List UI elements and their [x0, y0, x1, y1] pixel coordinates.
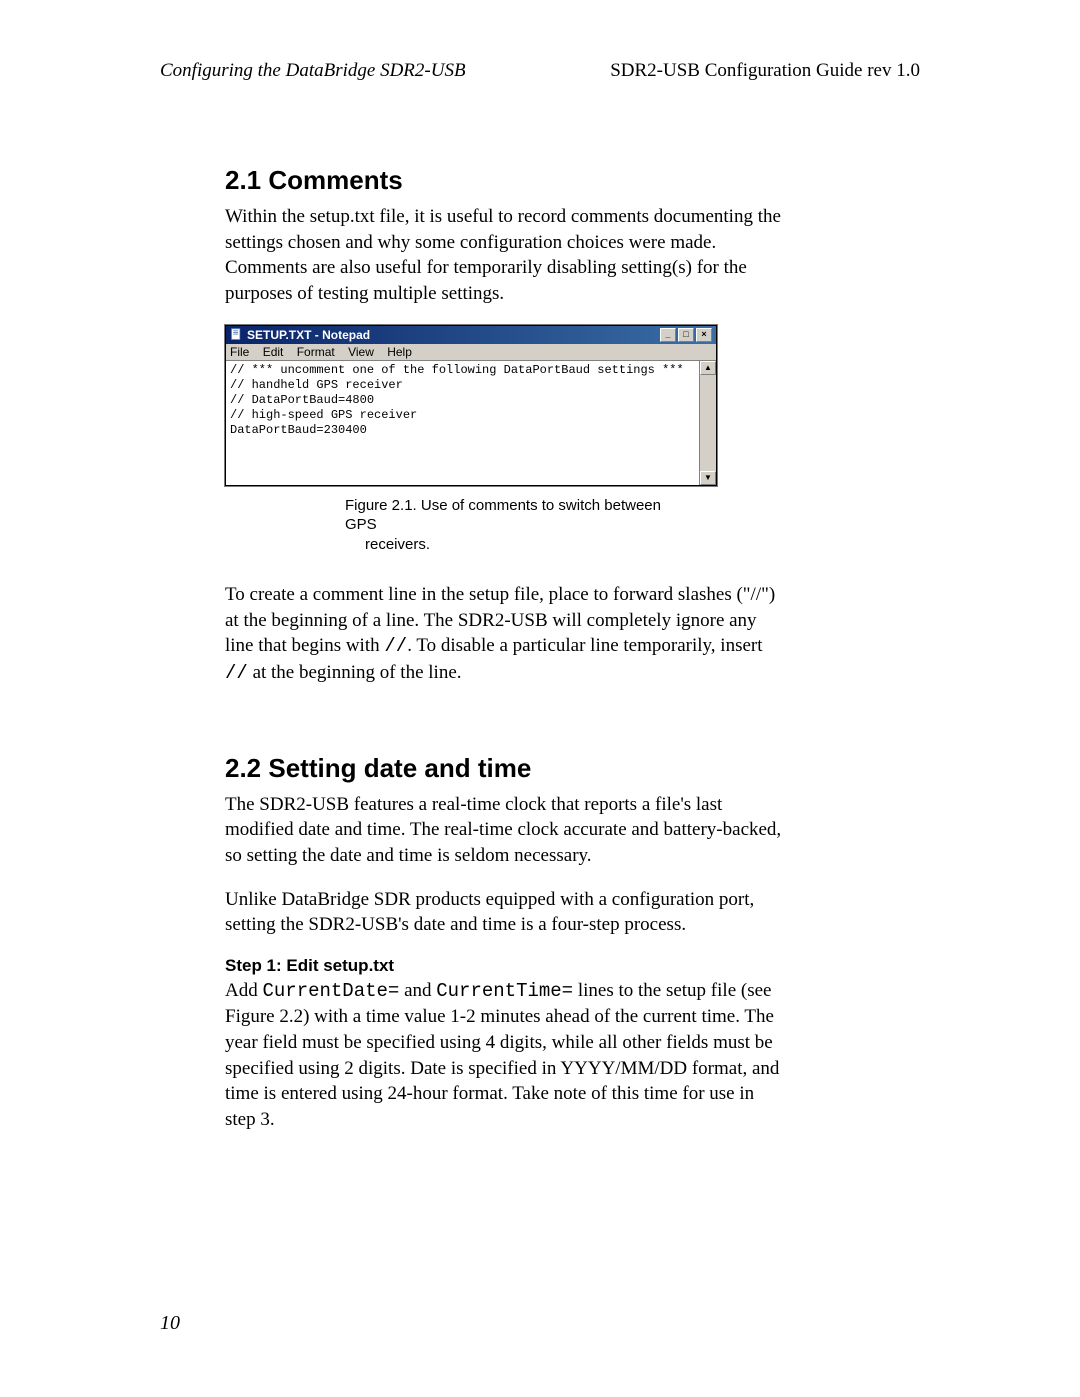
step1-text-b: and [399, 980, 436, 1001]
menu-help[interactable]: Help [387, 345, 412, 359]
page-header: Configuring the DataBridge SDR2-USB SDR2… [160, 60, 920, 82]
figure-caption-line2: receivers. [345, 535, 665, 555]
notepad-text-area[interactable]: // *** uncomment one of the following Da… [226, 361, 699, 485]
section-2-2-paragraph-2: Unlike DataBridge SDR products equipped … [225, 887, 785, 938]
scroll-down-button[interactable]: ▼ [700, 471, 716, 485]
figure-2-1-caption: Figure 2.1. Use of comments to switch be… [345, 496, 665, 555]
minimize-button[interactable]: _ [660, 328, 676, 342]
section-2-2-paragraph-1: The SDR2-USB features a real-time clock … [225, 792, 785, 869]
inline-code-currenttime: CurrentTime= [436, 980, 573, 1002]
step1-text-c: lines to the setup file (see Figure 2.2)… [225, 980, 779, 1130]
notepad-titlebar: SETUP.TXT - Notepad _ □ × [226, 326, 716, 344]
close-button[interactable]: × [696, 328, 712, 342]
step1-text-a: Add [225, 980, 262, 1001]
menu-format[interactable]: Format [297, 345, 335, 359]
menu-file[interactable]: File [230, 345, 249, 359]
p2-text-b: . To disable a particular line temporari… [407, 635, 762, 656]
notepad-title-text: SETUP.TXT - Notepad [247, 328, 370, 342]
window-controls: _ □ × [660, 328, 712, 342]
step-1-paragraph: Add CurrentDate= and CurrentTime= lines … [225, 978, 785, 1133]
section-2-1-title: 2.1 Comments [225, 165, 785, 196]
menu-edit[interactable]: Edit [263, 345, 284, 359]
inline-code-slashes-1: // [384, 635, 407, 657]
header-right: SDR2-USB Configuration Guide rev 1.0 [610, 60, 920, 82]
notepad-window: SETUP.TXT - Notepad _ □ × File Edit Form… [225, 325, 717, 486]
figure-caption-line1: Figure 2.1. Use of comments to switch be… [345, 497, 661, 534]
document-page: Configuring the DataBridge SDR2-USB SDR2… [0, 0, 1080, 1397]
section-2-2-title: 2.2 Setting date and time [225, 753, 785, 784]
inline-code-currentdate: CurrentDate= [262, 980, 399, 1002]
inline-code-slashes-2: // [225, 662, 248, 684]
scroll-up-button[interactable]: ▲ [700, 361, 716, 375]
p2-text-c: at the beginning of the line. [248, 662, 462, 683]
page-number: 10 [160, 1312, 180, 1335]
section-2-1-paragraph-1: Within the setup.txt file, it is useful … [225, 204, 785, 307]
menu-view[interactable]: View [348, 345, 374, 359]
page-content: 2.1 Comments Within the setup.txt file, … [225, 165, 785, 1151]
notepad-menubar: File Edit Format View Help [226, 344, 716, 361]
header-left: Configuring the DataBridge SDR2-USB [160, 60, 466, 82]
vertical-scrollbar[interactable]: ▲ ▼ [699, 361, 716, 485]
notepad-title-left: SETUP.TXT - Notepad [230, 328, 370, 342]
step-1-heading: Step 1: Edit setup.txt [225, 956, 785, 976]
notepad-client-area: // *** uncomment one of the following Da… [226, 361, 716, 485]
notepad-icon [230, 328, 243, 341]
maximize-button[interactable]: □ [678, 328, 694, 342]
section-2-1-paragraph-2: To create a comment line in the setup fi… [225, 582, 785, 687]
